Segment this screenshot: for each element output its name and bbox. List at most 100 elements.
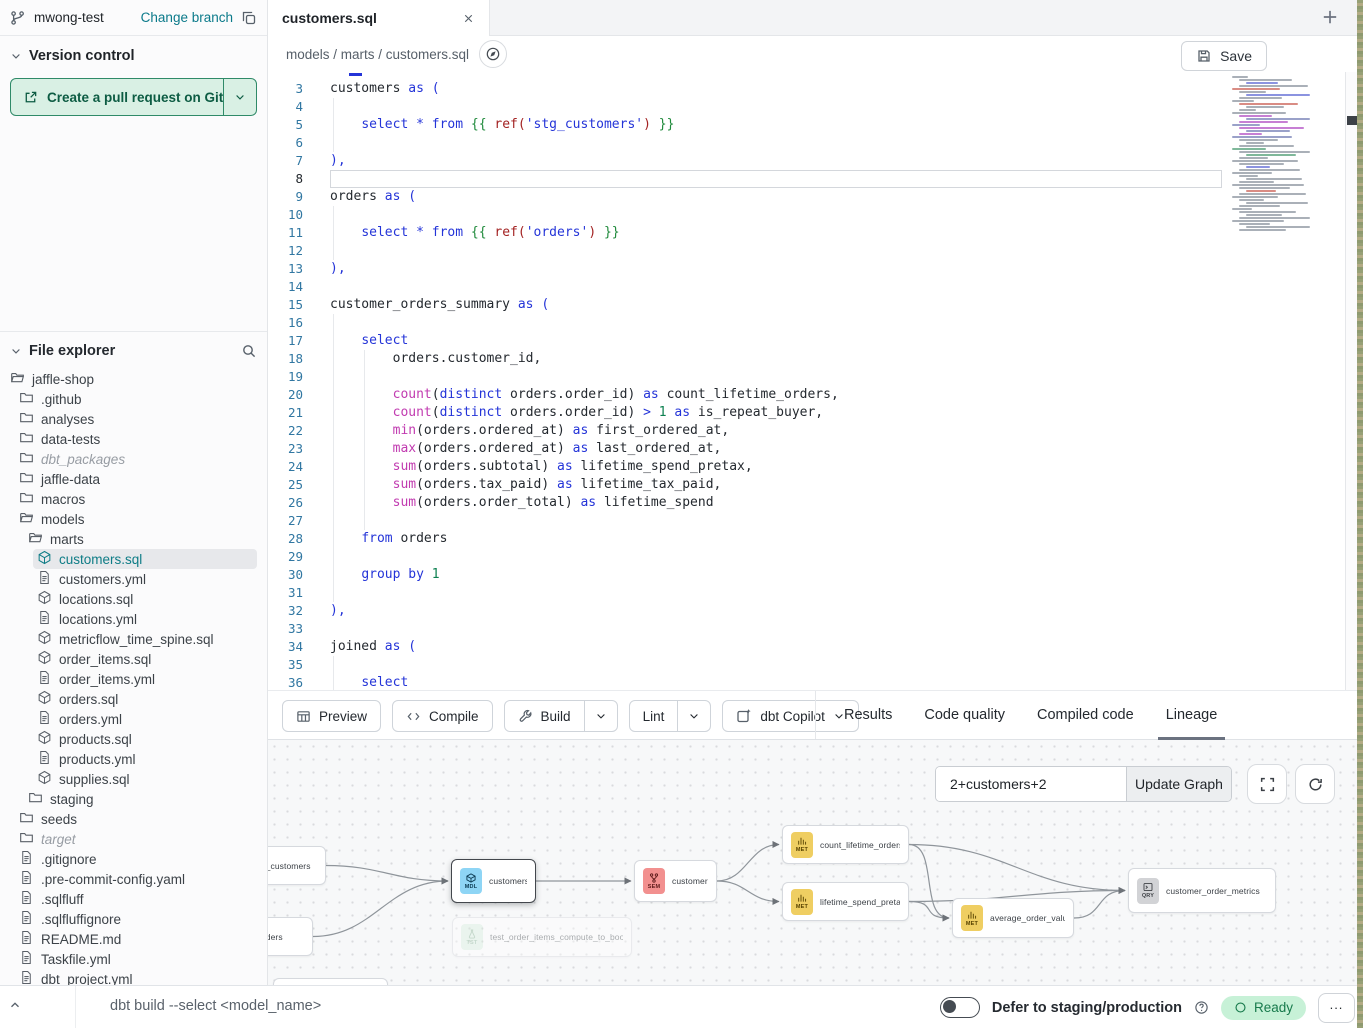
code-line-9[interactable]: 9orders as (	[268, 188, 1357, 206]
tree-item-jaffle-shop[interactable]: jaffle-shop	[0, 369, 267, 389]
update-graph-button[interactable]: Update Graph	[1126, 767, 1231, 801]
code-line-4[interactable]: 4	[268, 98, 1357, 116]
tree-item-dbt-project-yml[interactable]: dbt_project.yml	[0, 969, 267, 985]
lineage-node-count-lifetime-orders[interactable]: METcount_lifetime_orders	[782, 825, 909, 864]
create-pr-main[interactable]: Create a pull request on Git...	[11, 79, 223, 115]
tree-item-jaffle-data[interactable]: jaffle-data	[0, 469, 267, 489]
code-line-3[interactable]: 3customers as (	[268, 80, 1357, 98]
code-line-24[interactable]: 24 sum(orders.subtotal) as lifetime_spen…	[268, 458, 1357, 476]
code-line-15[interactable]: 15customer_orders_summary as (	[268, 296, 1357, 314]
compile-button[interactable]: Compile	[392, 700, 493, 732]
tree-item-taskfile-yml[interactable]: Taskfile.yml	[0, 949, 267, 969]
close-icon[interactable]	[462, 12, 475, 25]
search-icon[interactable]	[241, 343, 257, 359]
tree-item--sqlfluffignore[interactable]: .sqlfluffignore	[0, 909, 267, 929]
code-line-23[interactable]: 23 max(orders.ordered_at) as last_ordere…	[268, 440, 1357, 458]
tree-item-products-yml[interactable]: products.yml	[0, 749, 267, 769]
lineage-canvas[interactable]: MDLstg_customersMDLordersMDLcustomersTST…	[268, 740, 1357, 985]
editor-scrollbar[interactable]	[1345, 72, 1357, 690]
version-control-header[interactable]: Version control	[0, 36, 267, 74]
code-line-21[interactable]: 21 count(distinct orders.order_id) > 1 a…	[268, 404, 1357, 422]
new-tab-button[interactable]	[1321, 8, 1339, 26]
save-button[interactable]: Save	[1181, 41, 1267, 71]
code-line-19[interactable]: 19	[268, 368, 1357, 386]
lineage-node-customers-model[interactable]: MDLcustomers	[451, 859, 536, 903]
code-line-16[interactable]: 16	[268, 314, 1357, 332]
help-icon[interactable]	[1194, 1000, 1209, 1015]
lint-dropdown[interactable]	[677, 701, 710, 731]
tree-item--github[interactable]: .github	[0, 389, 267, 409]
code-line-14[interactable]: 14	[268, 278, 1357, 296]
code-line-27[interactable]: 27	[268, 512, 1357, 530]
tab-customers-sql[interactable]: customers.sql	[268, 0, 490, 36]
refresh-button[interactable]	[1295, 764, 1335, 804]
tree-item-customers-yml[interactable]: customers.yml	[0, 569, 267, 589]
tree-item-order-items-yml[interactable]: order_items.yml	[0, 669, 267, 689]
lineage-node-orders[interactable]: MDLorders	[268, 917, 313, 956]
tree-item-products-sql[interactable]: products.sql	[0, 729, 267, 749]
code-line-25[interactable]: 25 sum(orders.tax_paid) as lifetime_tax_…	[268, 476, 1357, 494]
code-line-11[interactable]: 11 select * from {{ ref('orders') }}	[268, 224, 1357, 242]
code-line-35[interactable]: 35	[268, 656, 1357, 674]
build-button[interactable]: Build	[505, 701, 584, 731]
compass-icon[interactable]	[479, 40, 507, 68]
code-line-32[interactable]: 32),	[268, 602, 1357, 620]
more-options-button[interactable]: ...	[1318, 993, 1355, 1023]
lineage-node-stg-customers[interactable]: MDLstg_customers	[268, 846, 326, 885]
tree-item-orders-yml[interactable]: orders.yml	[0, 709, 267, 729]
lineage-node-lifetime-spend-pretax[interactable]: METlifetime_spend_pretax	[782, 882, 909, 921]
code-line-20[interactable]: 20 count(distinct orders.order_id) as co…	[268, 386, 1357, 404]
tree-item--pre-commit-config-yaml[interactable]: .pre-commit-config.yaml	[0, 869, 267, 889]
tree-item-customers-sql[interactable]: customers.sql	[0, 549, 267, 569]
tree-item-locations-sql[interactable]: locations.sql	[0, 589, 267, 609]
panel-tab-lineage[interactable]: Lineage	[1150, 691, 1234, 739]
tree-item-target[interactable]: target	[0, 829, 267, 849]
code-line-18[interactable]: 18 orders.customer_id,	[268, 350, 1357, 368]
code-line-29[interactable]: 29	[268, 548, 1357, 566]
command-input[interactable]: dbt build --select <model_name>	[110, 998, 321, 1014]
file-explorer-header[interactable]: File explorer	[0, 332, 267, 367]
fullscreen-button[interactable]	[1247, 764, 1287, 804]
code-line-33[interactable]: 33	[268, 620, 1357, 638]
lineage-node-customer-order-metrics[interactable]: QRYcustomer_order_metrics	[1128, 868, 1276, 913]
code-line-7[interactable]: 7),	[268, 152, 1357, 170]
code-line-12[interactable]: 12	[268, 242, 1357, 260]
tree-item-orders-sql[interactable]: orders.sql	[0, 689, 267, 709]
panel-tab-results[interactable]: Results	[828, 691, 908, 739]
panel-tab-code-quality[interactable]: Code quality	[908, 691, 1021, 739]
code-editor[interactable]: 3customers as (45 select * from {{ ref('…	[268, 72, 1357, 690]
tree-item-analyses[interactable]: analyses	[0, 409, 267, 429]
tree-item--sqlfluff[interactable]: .sqlfluff	[0, 889, 267, 909]
code-line-30[interactable]: 30 group by 1	[268, 566, 1357, 584]
tree-item-macros[interactable]: macros	[0, 489, 267, 509]
code-line-10[interactable]: 10	[268, 206, 1357, 224]
tree-item-dbt-packages[interactable]: dbt_packages	[0, 449, 267, 469]
code-line-26[interactable]: 26 sum(orders.order_total) as lifetime_s…	[268, 494, 1357, 512]
tree-item-data-tests[interactable]: data-tests	[0, 429, 267, 449]
panel-tab-compiled-code[interactable]: Compiled code	[1021, 691, 1150, 739]
tree-item-marts[interactable]: marts	[0, 529, 267, 549]
tree-item-locations-yml[interactable]: locations.yml	[0, 609, 267, 629]
lint-button[interactable]: Lint	[630, 701, 678, 731]
code-line-8[interactable]: 8	[268, 170, 1357, 188]
chevron-up-icon[interactable]	[8, 998, 22, 1012]
copy-icon[interactable]	[241, 10, 257, 26]
scrollbar-thumb[interactable]	[1347, 116, 1357, 125]
tree-item-supplies-sql[interactable]: supplies.sql	[0, 769, 267, 789]
lineage-node-partial-node[interactable]	[273, 978, 388, 985]
create-pr-button[interactable]: Create a pull request on Git...	[10, 78, 257, 116]
tree-item-readme-md[interactable]: README.md	[0, 929, 267, 949]
tree-item-metricflow-time-spine-sql[interactable]: metricflow_time_spine.sql	[0, 629, 267, 649]
tree-item-order-items-sql[interactable]: order_items.sql	[0, 649, 267, 669]
code-line-5[interactable]: 5 select * from {{ ref('stg_customers') …	[268, 116, 1357, 134]
lineage-node-customers-semantic[interactable]: SEMcustomers	[634, 860, 717, 902]
preview-button[interactable]: Preview	[282, 700, 381, 732]
code-line-36[interactable]: 36 select	[268, 674, 1357, 690]
code-line-13[interactable]: 13),	[268, 260, 1357, 278]
change-branch-link[interactable]: Change branch	[141, 10, 233, 25]
lineage-node-average-order-value[interactable]: METaverage_order_value	[952, 898, 1074, 938]
lineage-selector-input[interactable]	[936, 767, 1126, 801]
code-line-34[interactable]: 34joined as (	[268, 638, 1357, 656]
code-line-28[interactable]: 28 from orders	[268, 530, 1357, 548]
build-dropdown[interactable]	[584, 701, 617, 731]
